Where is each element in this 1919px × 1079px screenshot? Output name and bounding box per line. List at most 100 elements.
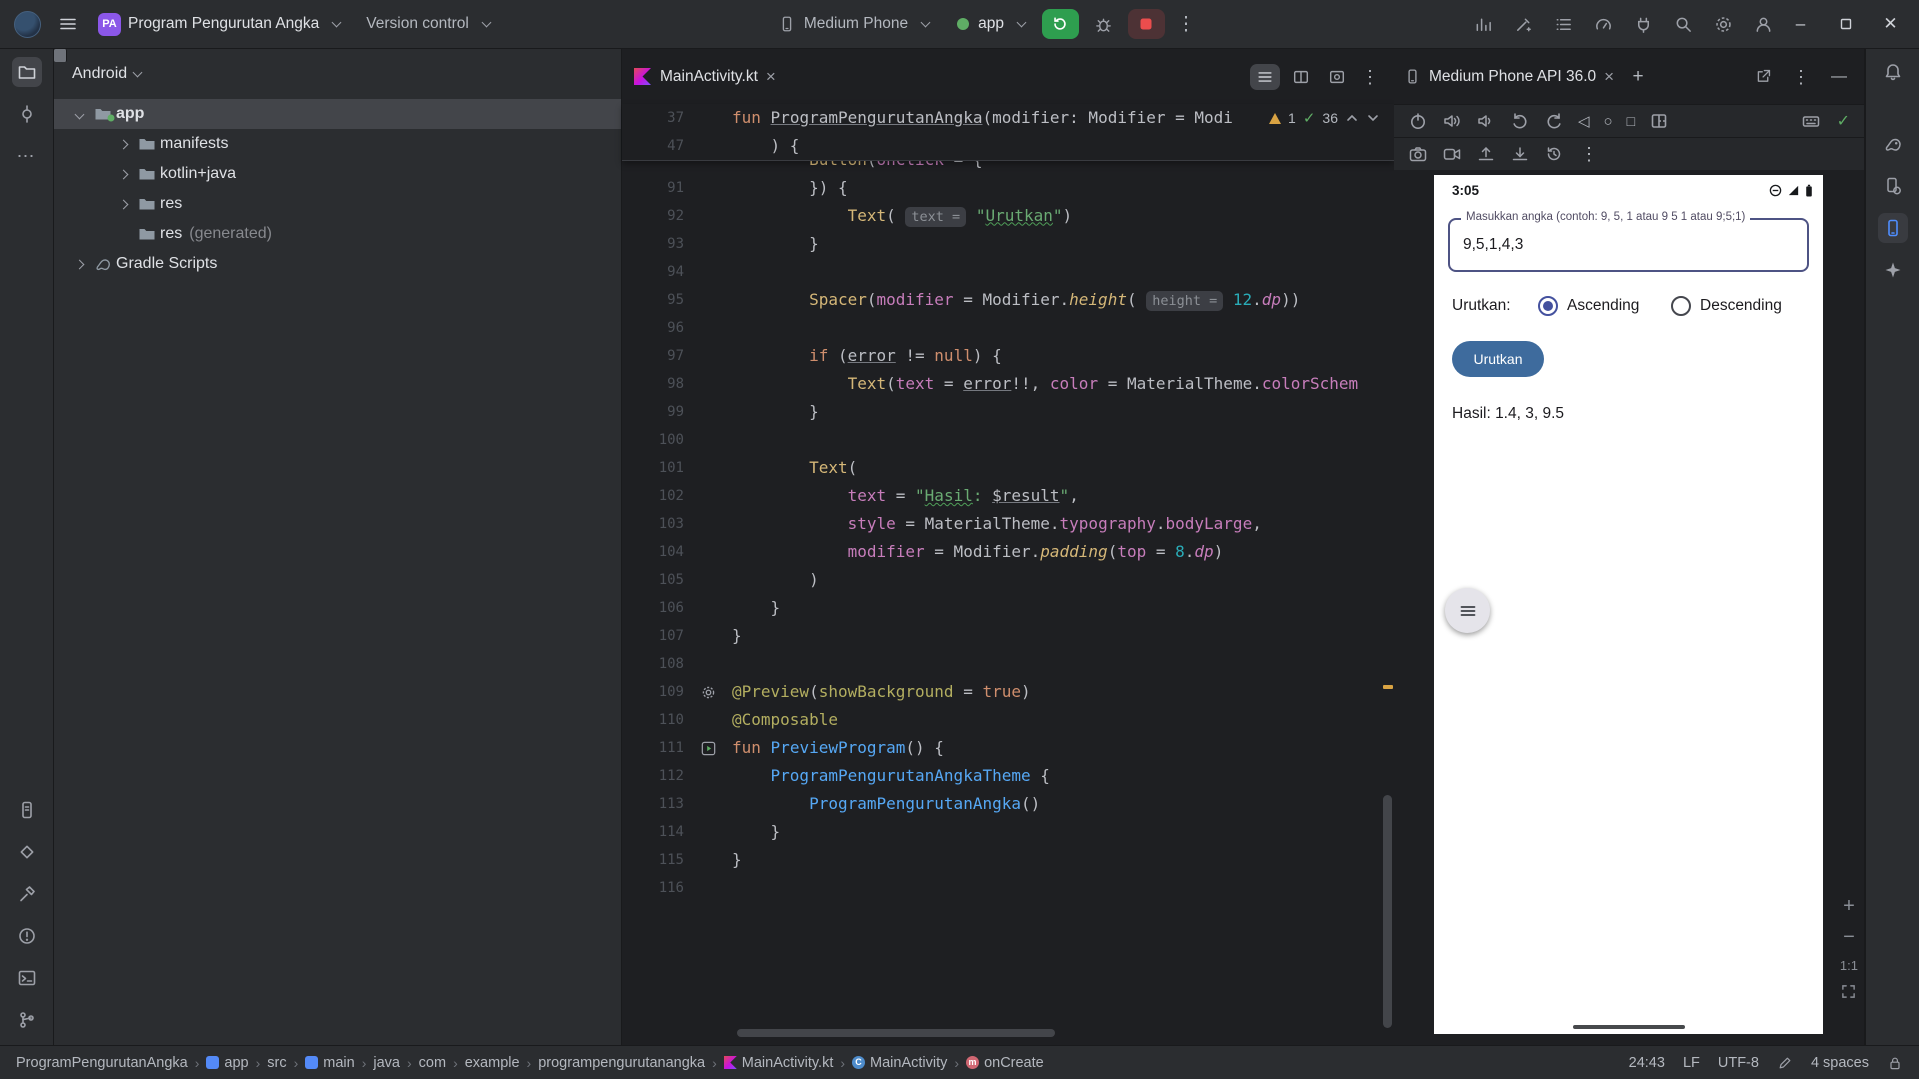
plugins-icon[interactable]	[1628, 9, 1658, 39]
vcs-widget[interactable]: Version control	[357, 7, 501, 41]
zoom-fit-button[interactable]	[1841, 984, 1856, 999]
code-line-100[interactable]: 100	[622, 426, 1394, 454]
home-icon[interactable]: ○	[1604, 114, 1613, 129]
split-view-toggle-icon[interactable]	[1286, 64, 1316, 90]
gemini-tool-icon[interactable]	[1878, 255, 1908, 285]
code-line-115[interactable]: 115}	[622, 846, 1394, 874]
build-tool-icon[interactable]	[12, 879, 42, 909]
running-devices-tool-icon[interactable]	[1877, 213, 1908, 243]
tree-item-gradle-scripts[interactable]: Gradle Scripts	[54, 249, 621, 279]
code-line-93[interactable]: 93 }	[622, 230, 1394, 258]
coverage-gauge-icon[interactable]	[1588, 9, 1618, 39]
lock-icon[interactable]	[1887, 1055, 1903, 1071]
code-line-92[interactable]: 92 Text( text = "Urutkan")	[622, 202, 1394, 230]
profiler-icon[interactable]	[1468, 9, 1498, 39]
breadcrumb-item-mainactivity-kt[interactable]: MainActivity.kt	[723, 1055, 833, 1071]
breadcrumb-item-mainactivity[interactable]: C MainActivity	[852, 1055, 947, 1071]
add-device-tab-icon[interactable]: +	[1626, 65, 1650, 89]
push-file-icon[interactable]	[1476, 144, 1496, 164]
tree-item-res[interactable]: res	[54, 189, 621, 219]
zoom-out-button[interactable]: −	[1843, 927, 1855, 947]
resource-manager-tool-icon[interactable]	[12, 837, 42, 867]
editor-more-options-icon[interactable]: ⋮	[1358, 64, 1382, 90]
window-minimize-button[interactable]: –	[1778, 0, 1823, 49]
more-tools-icon[interactable]: ⋯	[12, 141, 42, 171]
breadcrumb-item-java[interactable]: java	[373, 1055, 400, 1071]
open-in-window-icon[interactable]	[1748, 62, 1778, 92]
window-maximize-button[interactable]	[1823, 0, 1868, 49]
chevron-right-icon[interactable]	[74, 259, 84, 269]
notifications-bell-icon[interactable]	[1878, 57, 1908, 87]
device-screen[interactable]: 3:05 Masukkan angka (contoh: 9, 5, 1 ata…	[1434, 175, 1823, 1034]
code-line-109[interactable]: 109 @Preview(showBackground = true)	[622, 678, 1394, 706]
volume-down-icon[interactable]	[1476, 111, 1496, 131]
code-line-107[interactable]: 107}	[622, 622, 1394, 650]
breadcrumb-item-example[interactable]: example	[465, 1055, 520, 1071]
device-manager-tool-icon[interactable]	[1878, 171, 1908, 201]
back-icon[interactable]: ◁	[1578, 114, 1590, 129]
commit-tool-icon[interactable]	[12, 99, 42, 129]
screenshot-camera-icon[interactable]	[1408, 144, 1428, 164]
overview-icon[interactable]: □	[1627, 114, 1635, 128]
number-input-field[interactable]: Masukkan angka (contoh: 9, 5, 1 atau 9 5…	[1448, 211, 1809, 272]
breadcrumb-item-src[interactable]: src	[267, 1055, 286, 1071]
fold-device-icon[interactable]	[1649, 111, 1669, 131]
rotate-right-icon[interactable]	[1544, 111, 1564, 131]
zoom-ratio-button[interactable]: 1:1	[1840, 958, 1858, 973]
code-area[interactable]: Button(onClick = {91 }) {92 Text( text =…	[622, 161, 1394, 902]
more-actions-icon[interactable]: ⋮	[1171, 9, 1201, 39]
save-file-icon[interactable]	[1510, 144, 1530, 164]
run-configuration-selector[interactable]: app	[946, 7, 1036, 41]
code-line[interactable]: Button(onClick = {	[622, 161, 1394, 174]
chevron-right-icon[interactable]	[118, 139, 128, 149]
project-widget[interactable]: PA Program Pengurutan Angka	[89, 7, 351, 41]
pen-icon[interactable]	[1777, 1055, 1793, 1071]
code-line-116[interactable]: 116	[622, 874, 1394, 902]
gesture-navigation-bar[interactable]	[1572, 1025, 1685, 1029]
emulator-more-icon[interactable]: ⋮	[1578, 143, 1600, 165]
project-view-selector[interactable]: Android	[54, 49, 621, 99]
search-icon[interactable]	[1668, 9, 1698, 39]
tree-item-res[interactable]: res (generated)	[54, 219, 621, 249]
settings-gear-icon[interactable]	[1708, 9, 1738, 39]
previous-problem-icon[interactable]	[1345, 111, 1359, 125]
todo-list-icon[interactable]	[1548, 9, 1578, 39]
code-line-108[interactable]: 108	[622, 650, 1394, 678]
hardware-input-icon[interactable]	[1801, 111, 1821, 131]
project-tool-icon[interactable]	[11, 57, 42, 87]
logcat-tool-icon[interactable]	[12, 795, 42, 825]
code-line-47[interactable]: 47 ) {	[622, 132, 1394, 160]
preview-gutter-icon[interactable]	[684, 741, 732, 756]
debug-button[interactable]	[1085, 9, 1122, 39]
chevron-right-icon[interactable]	[118, 169, 128, 179]
zoom-in-button[interactable]: +	[1843, 896, 1855, 916]
ai-assistant-icon[interactable]	[1508, 9, 1538, 39]
caret-position[interactable]: 24:43	[1629, 1055, 1665, 1071]
code-line-105[interactable]: 105 )	[622, 566, 1394, 594]
code-line-113[interactable]: 113 ProgramPengurutanAngka()	[622, 790, 1394, 818]
chevron-down-icon[interactable]	[74, 109, 84, 119]
code-line-102[interactable]: 102 text = "Hasil: $result",	[622, 482, 1394, 510]
radio-ascending-label[interactable]: Ascending	[1567, 297, 1639, 315]
user-avatar-icon[interactable]	[1748, 9, 1778, 39]
breadcrumb-item-oncreate[interactable]: m onCreate	[966, 1055, 1044, 1071]
editor-vertical-scrollbar[interactable]	[1383, 795, 1392, 1028]
editor-horizontal-scrollbar[interactable]	[737, 1029, 1055, 1037]
code-view-toggle-icon[interactable]	[1250, 63, 1280, 90]
code-line-98[interactable]: 98 Text(text = error!!, color = Material…	[622, 370, 1394, 398]
code-line-103[interactable]: 103 style = MaterialTheme.typography.bod…	[622, 510, 1394, 538]
terminal-tool-icon[interactable]	[12, 963, 42, 993]
design-view-toggle-icon[interactable]	[1322, 64, 1352, 90]
screen-record-icon[interactable]	[1442, 144, 1462, 164]
inspection-widget[interactable]: 1 ✓ 36	[1259, 104, 1380, 132]
breadcrumb-item-app[interactable]: app	[206, 1055, 249, 1071]
device-tab[interactable]: Medium Phone API 36.0 ×	[1404, 67, 1618, 87]
code-line-91[interactable]: 91 }) {	[622, 174, 1394, 202]
hide-panel-icon[interactable]: —	[1824, 62, 1854, 92]
code-line-111[interactable]: 111 fun PreviewProgram() {	[622, 734, 1394, 762]
code-line-97[interactable]: 97 if (error != null) {	[622, 342, 1394, 370]
rotate-left-icon[interactable]	[1510, 111, 1530, 131]
stop-button[interactable]	[1127, 9, 1165, 39]
code-line-99[interactable]: 99 }	[622, 398, 1394, 426]
warning-stripe-mark[interactable]	[1383, 685, 1393, 689]
